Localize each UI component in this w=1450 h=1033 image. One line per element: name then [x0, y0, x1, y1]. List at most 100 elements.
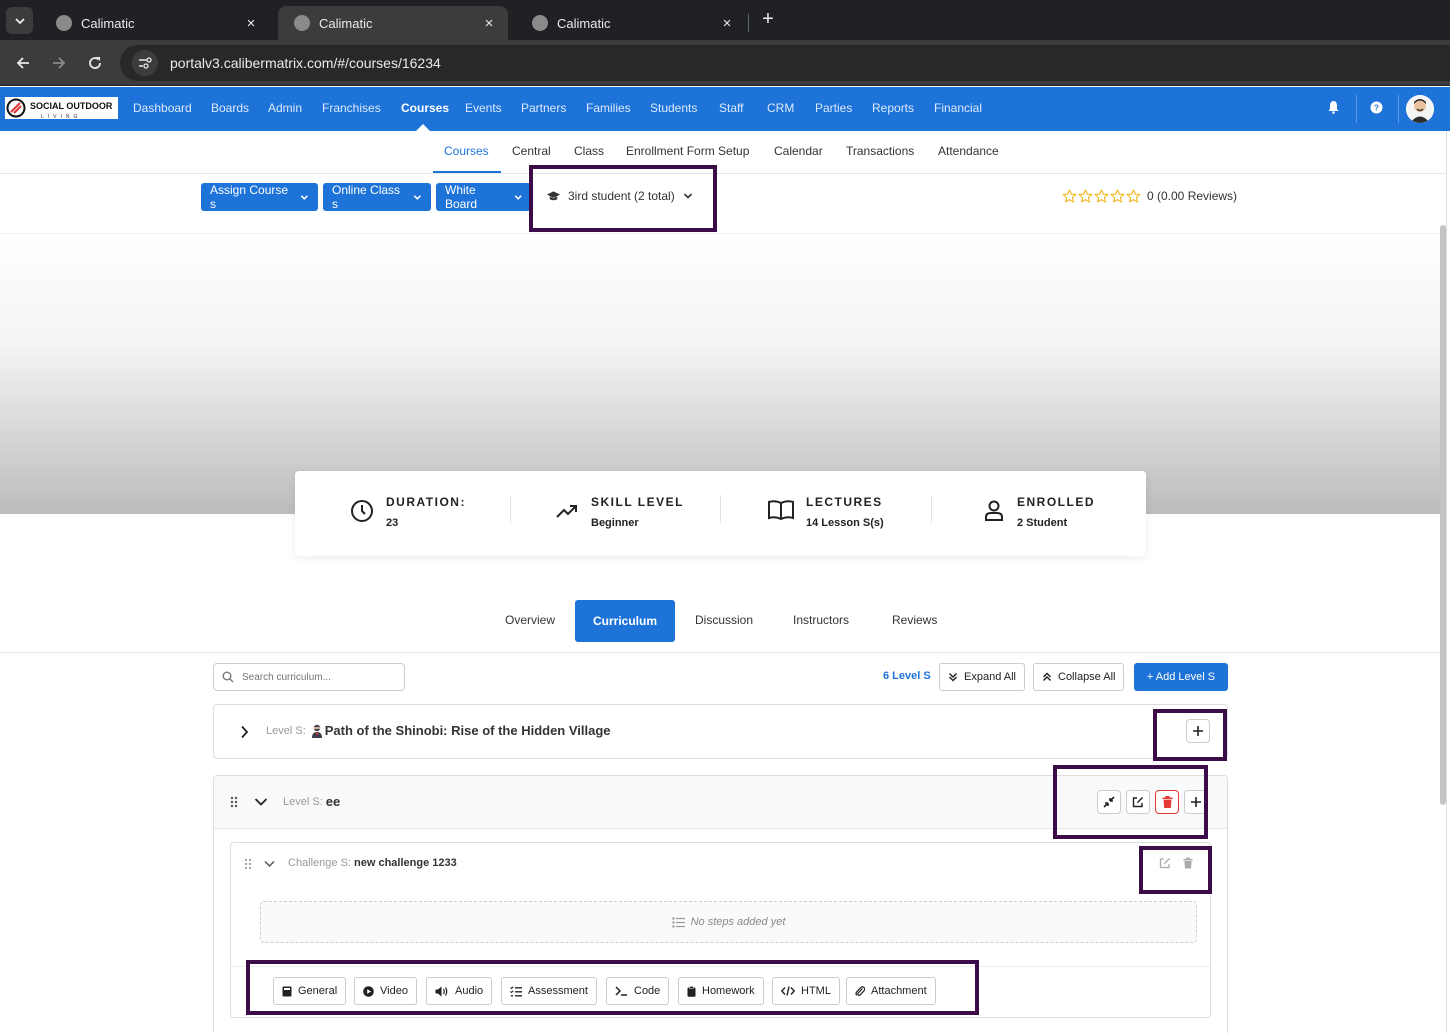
search-input[interactable]	[242, 671, 392, 683]
nav-franchises[interactable]: Franchises	[322, 101, 381, 115]
bell-icon[interactable]	[1327, 100, 1340, 114]
address-bar: portalv3.calibermatrix.com/#/courses/162…	[0, 40, 1450, 86]
browser-tab-2[interactable]: Calimatic ×	[278, 6, 508, 40]
list-icon	[671, 916, 685, 928]
nav-dashboard[interactable]: Dashboard	[133, 101, 192, 115]
nav-reports[interactable]: Reports	[872, 101, 914, 115]
browser-tab-3[interactable]: Calimatic ×	[516, 6, 746, 40]
stat-lectures: LECTURES 14 Lesson S(s)	[768, 495, 884, 529]
logo-text: SOCIAL OUTDOOR	[30, 101, 113, 111]
subnav-enrollment-form-setup[interactable]: Enrollment Form Setup	[626, 144, 749, 158]
subnav-calendar[interactable]: Calendar	[774, 144, 823, 158]
nav-crm[interactable]: CRM	[767, 101, 794, 115]
new-tab-button[interactable]: +	[758, 9, 778, 30]
user-icon	[985, 500, 1003, 521]
browser-tab-1[interactable]: Calimatic ×	[40, 6, 270, 40]
tab-title: Calimatic	[319, 15, 373, 31]
expand-all-button[interactable]: Expand All	[939, 663, 1025, 691]
subnav-attendance[interactable]: Attendance	[938, 144, 999, 158]
tab-separator	[748, 14, 749, 32]
site-settings-icon[interactable]	[132, 50, 158, 76]
url-field[interactable]: portalv3.calibermatrix.com/#/courses/162…	[120, 45, 1450, 81]
stat-enrolled: ENROLLED 2 Student	[983, 495, 1095, 529]
empty-steps-placeholder: No steps added yet	[260, 901, 1197, 943]
assign-course-dropdown[interactable]: Assign Course s	[201, 183, 318, 211]
level-prefix: Level S:	[266, 724, 306, 737]
app-top-nav: SOCIAL OUTDOOR LIVING Dashboard Boards A…	[0, 87, 1450, 131]
star-icon	[1062, 189, 1077, 203]
nav-financial[interactable]: Financial	[934, 101, 982, 115]
chevron-down-icon	[414, 194, 422, 200]
stat-skill-level: SKILL LEVEL Beginner	[555, 495, 684, 529]
tab-curriculum[interactable]: Curriculum	[575, 600, 675, 642]
nav-divider	[1356, 95, 1357, 123]
expand-all-label: Expand All	[964, 671, 1016, 683]
drag-handle-icon[interactable]	[244, 858, 252, 870]
nav-students[interactable]: Students	[650, 101, 697, 115]
globe-icon	[294, 15, 310, 31]
star-icon	[1126, 189, 1141, 203]
duration-label: DURATION:	[386, 495, 466, 509]
challenge-prefix: Challenge S:	[288, 857, 351, 869]
collapse-all-label: Collapse All	[1058, 671, 1116, 683]
level-title[interactable]: ee	[326, 794, 340, 809]
star-icon	[1110, 189, 1125, 203]
level-title[interactable]: Path of the Shinobi: Rise of the Hidden …	[325, 723, 611, 738]
close-icon[interactable]: ×	[482, 15, 496, 32]
chevron-right-icon[interactable]	[240, 725, 249, 739]
highlight-box	[1153, 709, 1227, 761]
subnav-class[interactable]: Class	[574, 144, 604, 158]
logo-subtext: LIVING	[41, 114, 82, 120]
enrolled-label: ENROLLED	[1017, 495, 1095, 509]
tab-discussion[interactable]: Discussion	[695, 613, 753, 627]
close-icon[interactable]: ×	[244, 15, 258, 32]
reload-button[interactable]	[84, 52, 106, 74]
enrolled-value: 2 Student	[1017, 517, 1068, 529]
tab-search-button[interactable]	[6, 7, 33, 34]
tab-overview[interactable]: Overview	[505, 613, 555, 627]
close-icon[interactable]: ×	[720, 15, 734, 32]
trending-up-icon	[556, 505, 577, 518]
scrollbar-thumb[interactable]	[1440, 225, 1446, 805]
white-board-dropdown[interactable]: White Board	[436, 183, 531, 211]
avatar[interactable]	[1406, 95, 1434, 123]
chevron-down-icon[interactable]	[254, 797, 268, 807]
tab-instructors[interactable]: Instructors	[793, 613, 849, 627]
stat-divider	[510, 495, 511, 523]
reload-icon	[89, 57, 101, 69]
online-class-dropdown[interactable]: Online Class s	[323, 183, 431, 211]
tab-reviews[interactable]: Reviews	[892, 613, 937, 627]
highlight-box	[1139, 846, 1212, 894]
forward-button[interactable]	[48, 52, 70, 74]
collapse-all-button[interactable]: Collapse All	[1033, 663, 1125, 691]
challenge-title[interactable]: new challenge 1233	[354, 857, 457, 869]
company-logo[interactable]: SOCIAL OUTDOOR LIVING	[5, 97, 118, 120]
nav-families[interactable]: Families	[586, 101, 631, 115]
nav-events[interactable]: Events	[465, 101, 502, 115]
subnav-courses[interactable]: Courses	[444, 144, 489, 158]
stat-divider	[931, 495, 932, 523]
drag-handle-icon[interactable]	[230, 796, 238, 808]
star-icon	[1078, 189, 1093, 203]
help-icon[interactable]: ?	[1370, 101, 1383, 114]
nav-parties[interactable]: Parties	[815, 101, 852, 115]
stat-divider	[720, 495, 721, 523]
subnav-central[interactable]: Central	[512, 144, 551, 158]
lectures-label: LECTURES	[806, 495, 883, 509]
subnav-transactions[interactable]: Transactions	[846, 144, 914, 158]
nav-courses[interactable]: Courses	[401, 101, 449, 115]
level-prefix: Level S:	[283, 795, 323, 808]
add-level-button[interactable]: + Add Level S	[1134, 663, 1228, 691]
skill-level-label: SKILL LEVEL	[591, 495, 684, 509]
sub-nav: Courses Central Class Enrollment Form Se…	[0, 131, 1446, 174]
nav-staff[interactable]: Staff	[719, 101, 743, 115]
nav-admin[interactable]: Admin	[268, 101, 302, 115]
nav-boards[interactable]: Boards	[211, 101, 249, 115]
nav-partners[interactable]: Partners	[521, 101, 566, 115]
search-curriculum-box[interactable]	[213, 663, 405, 691]
svg-text:?: ?	[1374, 104, 1379, 113]
chevron-down-icon[interactable]	[264, 860, 275, 868]
lectures-value: 14 Lesson S(s)	[806, 517, 884, 529]
active-nav-indicator	[416, 124, 430, 131]
back-button[interactable]	[12, 52, 34, 74]
